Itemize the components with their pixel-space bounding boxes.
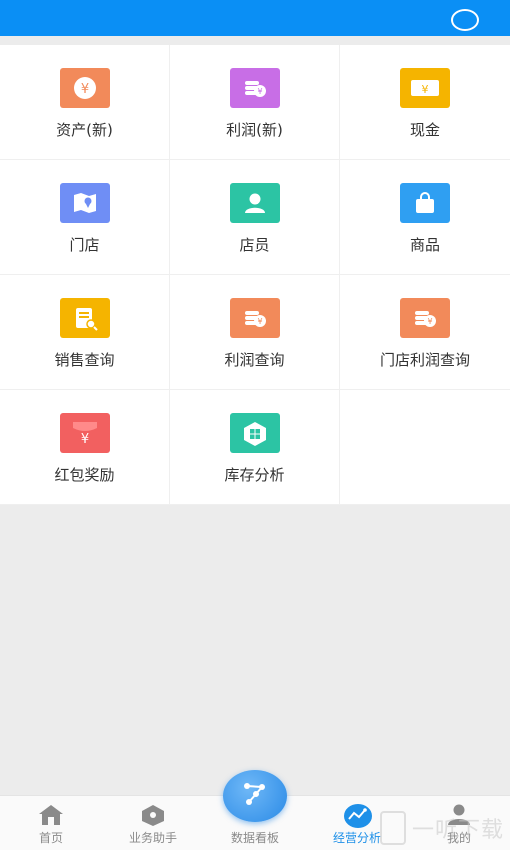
dashboard-center-button[interactable] xyxy=(223,770,287,822)
grid-item-label: 店员 xyxy=(239,236,270,254)
top-bar xyxy=(0,0,510,36)
profit-coins-icon: ¥ xyxy=(230,68,280,108)
tab-label: 数据看板 xyxy=(230,831,279,845)
home-icon xyxy=(37,803,65,827)
grid-item-store[interactable]: 门店 xyxy=(0,160,170,275)
grid-item-label: 商品 xyxy=(409,236,440,254)
inventory-icon xyxy=(230,413,280,453)
grid-item-label: 销售查询 xyxy=(54,351,115,369)
tag-icon xyxy=(139,803,167,827)
grid-item-clerk[interactable]: 店员 xyxy=(170,160,340,275)
grid-item-label: 红包奖励 xyxy=(54,466,115,484)
grid-item-store-profit-query[interactable]: ¥ 门店利润查询 xyxy=(340,275,510,390)
red-envelope-icon: ¥ xyxy=(60,413,110,453)
dashboard-icon xyxy=(238,779,272,813)
goods-bag-icon xyxy=(400,183,450,223)
function-grid: ¥ 资产(新) ¥ 利润(新) ¥ 现金 门店 店员 商品 销售查询 ¥ 利润查… xyxy=(0,45,510,505)
grid-item-label: 资产(新) xyxy=(56,121,113,139)
clerk-person-icon xyxy=(230,183,280,223)
watermark: 一听下载 xyxy=(380,808,504,848)
grid-empty-cell xyxy=(340,390,510,505)
grid-item-label: 现金 xyxy=(409,121,440,139)
cash-note-icon: ¥ xyxy=(400,68,450,108)
svg-text:¥: ¥ xyxy=(427,317,432,326)
watermark-text: 一听下载 xyxy=(412,818,505,843)
grid-item-profit[interactable]: ¥ 利润(新) xyxy=(170,45,340,160)
grid-item-sales-query[interactable]: 销售查询 xyxy=(0,275,170,390)
tab-home[interactable]: 首页 xyxy=(0,796,102,850)
store-profit-icon: ¥ xyxy=(400,298,450,338)
grid-item-label: 利润(新) xyxy=(226,121,283,139)
tab-label: 业务助手 xyxy=(128,831,177,845)
chart-icon xyxy=(343,803,372,828)
circle-icon[interactable] xyxy=(451,9,479,31)
grid-item-goods[interactable]: 商品 xyxy=(340,160,510,275)
svg-text:¥: ¥ xyxy=(81,82,89,97)
profit-query-icon: ¥ xyxy=(230,298,280,338)
grid-item-red-envelope[interactable]: ¥ 红包奖励 xyxy=(0,390,170,505)
tab-business-assistant[interactable]: 业务助手 xyxy=(102,796,204,850)
grid-item-label: 利润查询 xyxy=(224,351,285,369)
grid-item-label: 库存分析 xyxy=(224,466,285,484)
grid-item-cash[interactable]: ¥ 现金 xyxy=(340,45,510,160)
grid-item-profit-query[interactable]: ¥ 利润查询 xyxy=(170,275,340,390)
svg-text:¥: ¥ xyxy=(422,83,429,96)
asset-yuan-icon: ¥ xyxy=(60,68,110,108)
grid-item-label: 门店 xyxy=(69,236,100,254)
grid-item-label: 门店利润查询 xyxy=(379,351,470,369)
sales-search-icon xyxy=(60,298,110,338)
svg-text:¥: ¥ xyxy=(81,432,89,447)
svg-text:¥: ¥ xyxy=(257,87,262,96)
grid-item-inventory[interactable]: 库存分析 xyxy=(170,390,340,505)
store-map-icon xyxy=(60,183,110,223)
tab-label: 首页 xyxy=(38,831,63,845)
svg-text:¥: ¥ xyxy=(257,317,262,326)
watermark-logo-icon xyxy=(380,811,406,845)
grid-item-assets[interactable]: ¥ 资产(新) xyxy=(0,45,170,160)
